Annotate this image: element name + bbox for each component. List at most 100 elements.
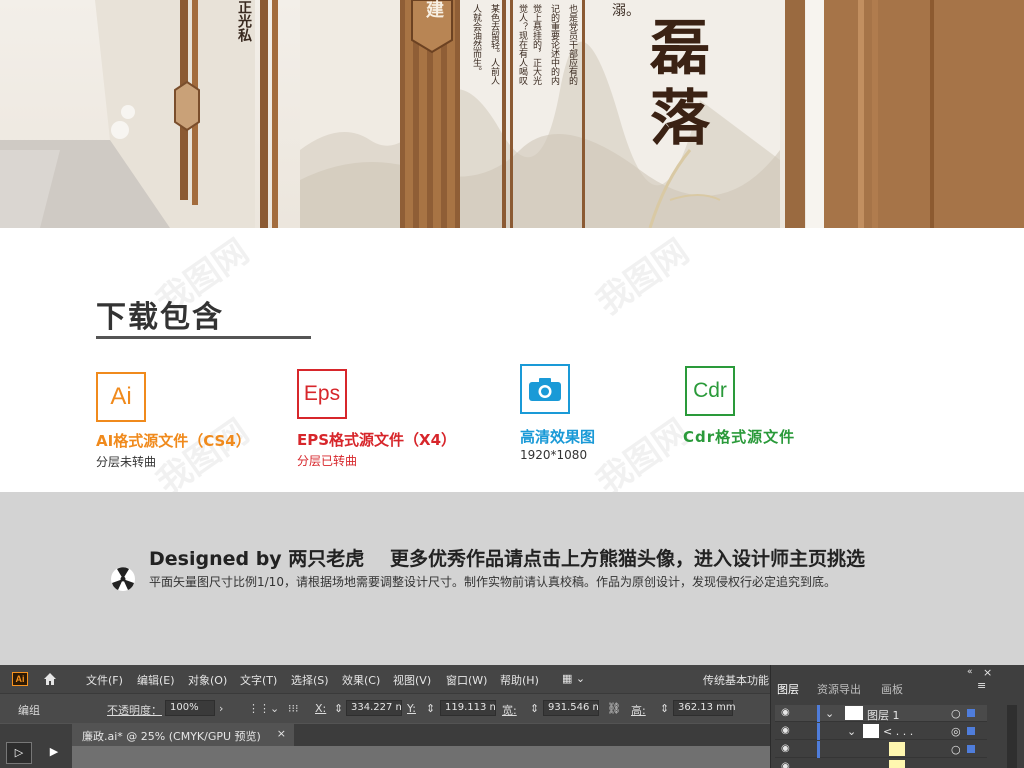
layer-row-3[interactable]: ◉ ○ (775, 741, 987, 758)
watermark: 我图网 (589, 231, 697, 324)
sublayer-name[interactable]: < . . . (883, 725, 913, 738)
panel-menu-icon[interactable]: ≡ (977, 679, 986, 692)
document-tab-label: 廉政.ai* @ 25% (CMYK/GPU 预览) (82, 730, 261, 743)
tab-artboards[interactable]: 画板 (881, 681, 903, 697)
width-input[interactable]: 931.546 n (543, 700, 599, 716)
arrange-documents-icon[interactable]: ▦ ⌄ (562, 672, 585, 685)
panel-collapse-icon[interactable]: « (967, 667, 973, 677)
ai-file-icon: Ai (96, 372, 146, 422)
notice-text: 平面矢量图尺寸比例1/10，请根据场地需要调整设计尺寸。制作实物前请认真校稿。作… (149, 575, 836, 589)
ai-icon-label: Ai (110, 383, 132, 410)
reference-point-icon[interactable]: ⁝⁝⁝ (288, 702, 299, 715)
height-stepper-icon[interactable]: ⇕ (660, 702, 669, 715)
banner-vertical-text: 也是党员干部应有的 (567, 4, 577, 85)
visibility-eye-icon[interactable]: ◉ (781, 707, 790, 718)
banner-vertical-text: 记的重要论述中的内 (549, 4, 559, 85)
tools-panel: ▷ ▶ (0, 724, 72, 768)
direct-selection-tool-icon[interactable]: ▶ (44, 742, 64, 764)
menu-file[interactable]: 文件(F) (86, 672, 123, 688)
workspace-switcher[interactable]: 传统基本功能 (703, 672, 769, 688)
layer-thumbnail (889, 760, 905, 768)
close-tab-icon[interactable]: × (277, 727, 286, 740)
height-label: 高: (631, 704, 646, 717)
menu-object[interactable]: 对象(O) (188, 672, 227, 688)
tab-layers[interactable]: 图层 (777, 681, 799, 697)
y-label: Y: (407, 702, 416, 715)
format-eps-name: EPS格式源文件（X4） (297, 431, 457, 449)
banner-vertical-text: 人就会油然而生。 (471, 4, 481, 76)
target-circle-icon[interactable]: ○ (951, 743, 961, 756)
selection-square-icon[interactable] (967, 745, 975, 753)
width-stepper-icon[interactable]: ⇕ (530, 702, 539, 715)
opacity-label: 不透明度： (107, 704, 162, 717)
menu-effect[interactable]: 效果(C) (342, 672, 380, 688)
promo-banner-image: 建 磊 落 溺。 也是党员干部应有的 记的重要论述中的内 觉上悬挂的，正大光 觉… (0, 0, 1024, 228)
format-photo-sub: 1920*1080 (520, 448, 588, 462)
selection-square-icon[interactable] (967, 709, 975, 717)
menu-view[interactable]: 视图(V) (393, 672, 431, 688)
y-input[interactable]: 119.113 n (440, 700, 496, 716)
selection-square-icon[interactable] (967, 727, 975, 735)
layers-panel: « × 图层 资源导出 画板 ≡ ◉ ⌄ 图层 1 ○ ◉ ⌄ < . . . … (770, 665, 1024, 768)
target-circle-icon[interactable]: ◎ (951, 725, 961, 738)
expand-arrow-icon[interactable]: ⌄ (847, 725, 856, 738)
expand-arrow-icon[interactable]: ⌄ (825, 707, 834, 720)
document-tab-bar: 廉政.ai* @ 25% (CMYK/GPU 预览) × (72, 724, 770, 746)
link-proportions-icon[interactable]: ⛓ (607, 702, 621, 715)
layer-thumbnail (889, 742, 905, 756)
layer-row-1[interactable]: ◉ ⌄ 图层 1 ○ (775, 705, 987, 722)
menu-help[interactable]: 帮助(H) (500, 672, 539, 688)
banner-vertical-text: 觉上悬挂的，正大光 (531, 4, 541, 85)
menu-edit[interactable]: 编辑(E) (137, 672, 175, 688)
home-icon[interactable] (42, 671, 58, 687)
control-bar: 编组 不透明度： 100% › ⋮⋮⌄ ⁝⁝⁝ X: ⇕ 334.227 n Y… (0, 693, 770, 723)
width-label: 宽: (502, 704, 517, 717)
opacity-input[interactable]: 100% (165, 700, 215, 716)
opacity-arrow-icon[interactable]: › (219, 702, 223, 715)
menu-window[interactable]: 窗口(W) (446, 672, 487, 688)
selection-tool-icon[interactable]: ▷ (6, 742, 32, 764)
hallway-scene (0, 0, 1024, 228)
banner-big-char-luo: 落 (650, 84, 710, 154)
designed-by-text: Designed by 两只老虎 (149, 548, 365, 570)
eps-icon-label: Eps (303, 382, 341, 405)
format-ai-sub: 分层未转曲 (96, 455, 157, 469)
artboard-canvas[interactable] (72, 746, 770, 768)
banner-jian-char: 建 (423, 0, 444, 18)
visibility-eye-icon[interactable]: ◉ (781, 743, 790, 754)
layer-row-4[interactable]: ◉ (775, 759, 987, 768)
layer-name[interactable]: 图层 1 (867, 707, 900, 723)
panel-scrollbar[interactable] (1007, 705, 1017, 768)
panel-close-icon[interactable]: × (983, 666, 992, 679)
watermark: 我图网 (149, 411, 257, 504)
more-works-text: 更多优秀作品请点击上方熊猫头像，进入设计师主页挑选 (390, 548, 866, 570)
document-tab[interactable]: 廉政.ai* @ 25% (CMYK/GPU 预览) × (72, 724, 294, 746)
height-input[interactable]: 362.13 mm (673, 700, 736, 716)
format-photo-name: 高清效果图 (520, 428, 596, 446)
title-underline (96, 336, 311, 339)
visibility-eye-icon[interactable]: ◉ (781, 725, 790, 736)
format-ai-name: AI格式源文件（CS4） (96, 432, 251, 450)
visibility-eye-icon[interactable]: ◉ (781, 761, 790, 768)
target-circle-icon[interactable]: ○ (951, 707, 961, 720)
menu-type[interactable]: 文字(T) (240, 672, 277, 688)
x-input[interactable]: 334.227 n (346, 700, 402, 716)
camera-icon (520, 364, 570, 414)
illustrator-window: Ai 文件(F) 编辑(E) 对象(O) 文字(T) 选择(S) 效果(C) 视… (0, 665, 1024, 768)
x-label: X: (315, 702, 327, 715)
align-icon[interactable]: ⋮⋮⌄ (248, 702, 279, 715)
layer-row-2[interactable]: ◉ ⌄ < . . . ◎ (775, 723, 987, 740)
banner-vertical-text: 觉人？现在有人喝叹 (517, 4, 527, 85)
selection-type-label: 编组 (18, 704, 40, 717)
x-stepper-icon[interactable]: ⇕ (334, 702, 343, 715)
tab-asset-export[interactable]: 资源导出 (817, 681, 861, 697)
y-stepper-icon[interactable]: ⇕ (426, 702, 435, 715)
illustrator-logo: Ai (12, 672, 28, 686)
banner-vertical-text: 某色去留轻。人前人 (489, 4, 499, 85)
layer-color-bar (817, 741, 820, 758)
menu-select[interactable]: 选择(S) (291, 672, 329, 688)
panda-radiation-icon (111, 567, 135, 591)
banner-small-char: 溺。 (612, 3, 640, 19)
cdr-file-icon: Cdr (685, 366, 735, 416)
banner-vertical-text: 正光私 (236, 0, 252, 42)
